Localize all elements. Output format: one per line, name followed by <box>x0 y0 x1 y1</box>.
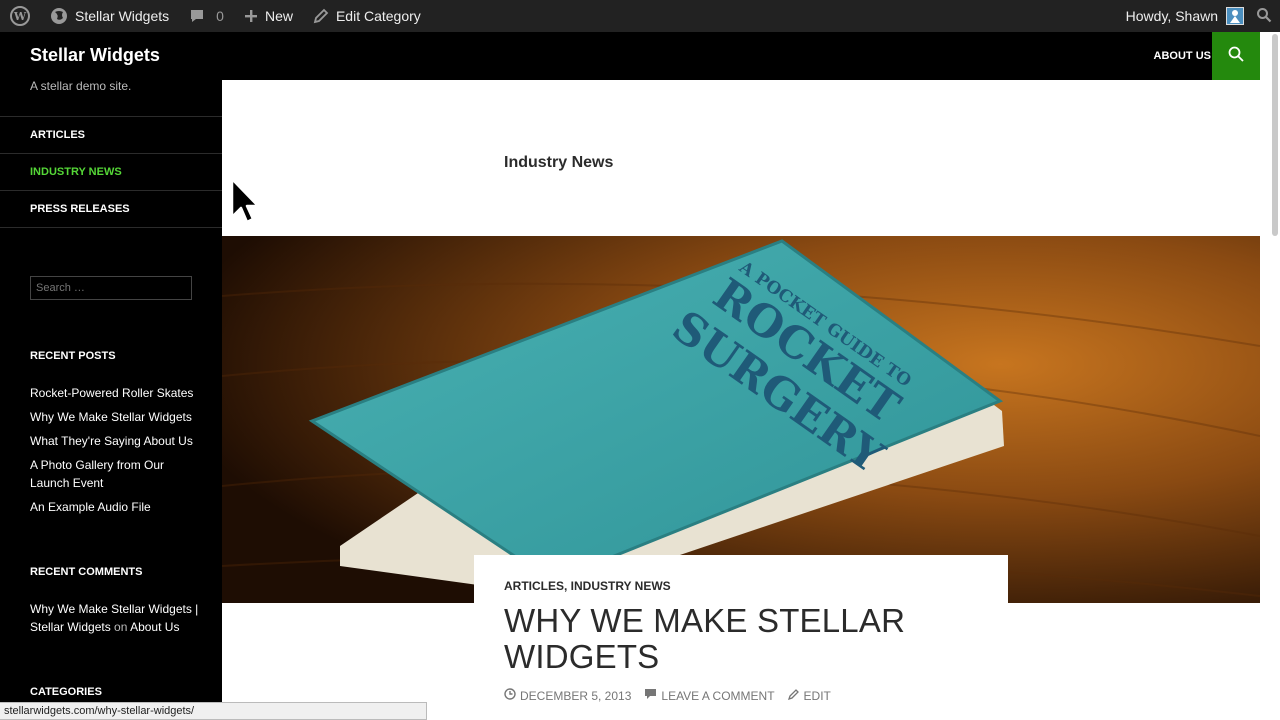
wp-logo-menu[interactable]: W <box>0 0 40 32</box>
featured-image[interactable]: A POCKET GUIDE TO ROCKET SURGERY <box>222 236 1260 603</box>
recent-post-link[interactable]: An Example Audio File <box>30 498 200 516</box>
edit-label: EDIT <box>803 688 831 703</box>
category-link-articles[interactable]: ARTICLES <box>504 579 564 593</box>
edit-category-label: Edit Category <box>335 8 421 24</box>
new-content-menu[interactable]: New <box>234 0 303 32</box>
site-title[interactable]: Stellar Widgets <box>30 45 160 66</box>
site-name-label: Stellar Widgets <box>75 8 170 24</box>
adminbar-search[interactable] <box>1250 0 1280 32</box>
search-icon <box>1227 45 1245 68</box>
category-links: ARTICLES, INDUSTRY NEWS <box>504 579 671 593</box>
admin-bar: W Stellar Widgets 0 New Edit Category Ho… <box>0 0 1280 32</box>
categories-title: CATEGORIES <box>30 686 102 698</box>
avatar <box>1226 7 1244 25</box>
site-tagline: A stellar demo site. <box>30 79 132 93</box>
edit-post-link[interactable]: EDIT <box>787 688 831 703</box>
secondary-navigation: ARTICLES INDUSTRY NEWS PRESS RELEASES <box>0 116 222 228</box>
post-date-label: DECEMBER 5, 2013 <box>520 688 632 703</box>
edit-category-menu[interactable]: Edit Category <box>303 0 431 32</box>
recent-posts-list: Rocket-Powered Roller Skates Why We Make… <box>30 384 200 522</box>
new-label: New <box>264 8 293 24</box>
pencil-icon <box>313 8 329 24</box>
greeting-label: Howdy, Shawn <box>1125 8 1218 24</box>
mouse-cursor-icon <box>230 177 260 225</box>
wordpress-logo-icon: W <box>10 6 30 26</box>
search-toggle-button[interactable] <box>1212 32 1260 80</box>
plus-icon <box>244 9 258 23</box>
link-status-bar: stellarwidgets.com/why-stellar-widgets/ <box>0 702 427 720</box>
archive-title: Industry News <box>504 154 614 171</box>
sidebar-item-articles[interactable]: ARTICLES <box>0 117 222 154</box>
comment-on-text: on <box>114 620 128 634</box>
sidebar-item-industry-news[interactable]: INDUSTRY NEWS <box>0 154 222 191</box>
my-account-menu[interactable]: Howdy, Shawn <box>1116 0 1250 32</box>
comment-bubble-icon <box>189 8 205 24</box>
clock-icon <box>504 688 516 703</box>
comments-count: 0 <box>216 8 224 24</box>
recent-comments-title: RECENT COMMENTS <box>30 566 143 578</box>
nav-item-about-us[interactable]: ABOUT US <box>1154 50 1211 62</box>
category-link-industry-news[interactable]: INDUSTRY NEWS <box>571 579 671 593</box>
post-date[interactable]: DECEMBER 5, 2013 <box>504 688 631 703</box>
globe-icon <box>50 7 68 25</box>
category-separator: , <box>564 579 571 593</box>
recent-posts-title: RECENT POSTS <box>30 350 116 362</box>
leave-comment-label: LEAVE A COMMENT <box>661 688 775 703</box>
entry-meta: DECEMBER 5, 2013 LEAVE A COMMENT EDIT <box>504 688 844 703</box>
pencil-icon <box>787 688 800 703</box>
leave-comment-link[interactable]: LEAVE A COMMENT <box>644 688 775 703</box>
scrollbar-thumb[interactable] <box>1272 34 1278 236</box>
recent-comment-item: Why We Make Stellar Widgets | Stellar Wi… <box>30 600 200 636</box>
comments-menu[interactable]: 0 <box>179 0 234 32</box>
recent-post-link[interactable]: What They're Saying About Us <box>30 432 200 450</box>
sidebar-item-press-releases[interactable]: PRESS RELEASES <box>0 191 222 228</box>
post-title[interactable]: WHY WE MAKE STELLAR WIDGETS <box>504 603 924 675</box>
recent-post-link[interactable]: A Photo Gallery from Our Launch Event <box>30 456 200 492</box>
sidebar-search-input[interactable] <box>30 276 192 300</box>
search-icon <box>1256 7 1272 26</box>
comment-target-link[interactable]: About Us <box>130 620 179 634</box>
recent-post-link[interactable]: Why We Make Stellar Widgets <box>30 408 200 426</box>
comment-icon <box>644 688 657 703</box>
site-name-menu[interactable]: Stellar Widgets <box>40 0 179 32</box>
recent-post-link[interactable]: Rocket-Powered Roller Skates <box>30 384 200 402</box>
